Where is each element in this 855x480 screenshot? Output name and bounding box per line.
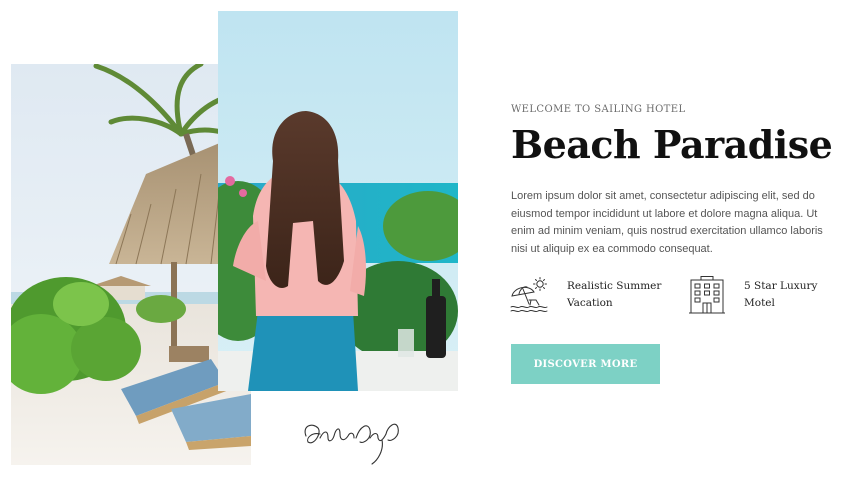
page-title: Beach Paradise [511,122,833,167]
feature-luxury: 5 Star Luxury Motel [687,276,824,314]
hero-description: Lorem ipsum dolor sit amet, consectetur … [511,190,823,255]
beach-resort-photo [11,64,251,465]
hotel-building-icon [687,276,727,314]
feature-label: Realistic Summer Vacation [567,280,662,309]
feature-label: 5 Star Luxury Motel [744,280,818,309]
feature-vacation: Realistic Summer Vacation [509,276,672,314]
hero-section: WELCOME TO SAILING HOTEL Beach Paradise … [0,0,855,480]
eyebrow-text: WELCOME TO SAILING HOTEL [511,104,686,115]
discover-more-button[interactable]: DISCOVER MORE [511,344,660,384]
beach-umbrella-icon [509,276,549,314]
signature-image [298,408,408,468]
woman-at-sea-photo [218,11,458,391]
